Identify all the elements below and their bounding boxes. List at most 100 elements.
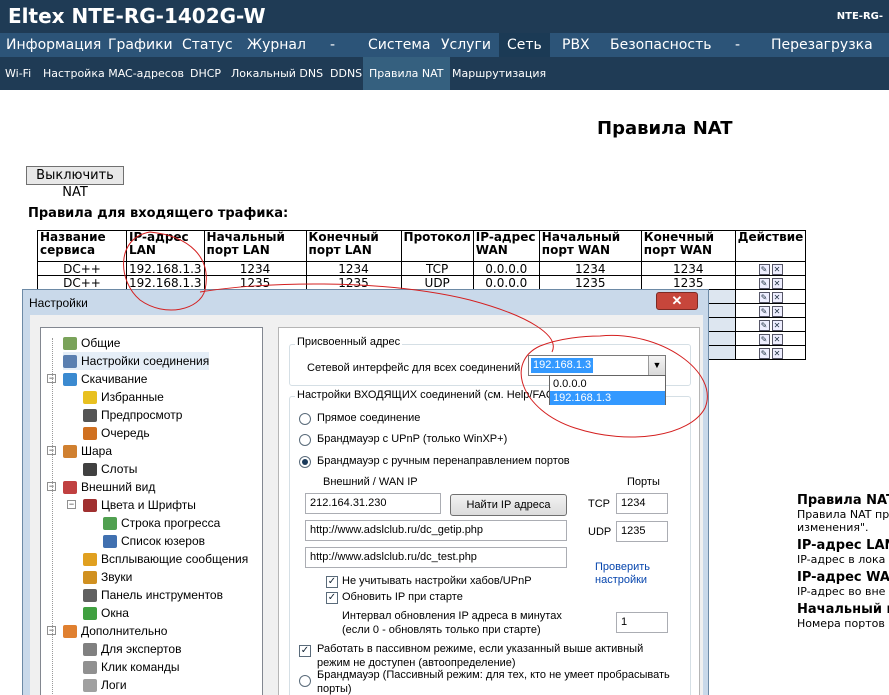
- disable-nat-button[interactable]: Выключить NAT: [26, 166, 124, 200]
- subnav-routing[interactable]: Маршрутизация: [452, 57, 546, 90]
- delete-icon[interactable]: ✕: [771, 291, 783, 303]
- nav-reboot[interactable]: Перезагрузка: [771, 33, 873, 57]
- dropdown-option[interactable]: 0.0.0.0: [550, 377, 665, 391]
- tree-item[interactable]: Панель инструментов: [83, 586, 223, 604]
- subnav-wifi[interactable]: Wi-Fi: [5, 57, 31, 90]
- delete-icon[interactable]: ✕: [771, 333, 783, 345]
- ignore-hubs-checkbox[interactable]: ✓: [326, 576, 338, 588]
- delete-icon[interactable]: ✕: [771, 277, 783, 289]
- tree-item[interactable]: Цвета и Шрифты: [83, 496, 196, 514]
- edit-icon[interactable]: ✎: [758, 291, 770, 303]
- tree-item[interactable]: Предпросмотр: [83, 406, 182, 424]
- tree-item-label: Список юзеров: [121, 534, 206, 548]
- udp-port-input[interactable]: 1235: [616, 521, 668, 542]
- edit-icon[interactable]: ✎: [758, 347, 770, 359]
- edit-icon[interactable]: ✎: [758, 305, 770, 317]
- tree-item-label: Настройки соединения: [81, 354, 210, 368]
- tree-item-icon: [83, 553, 97, 567]
- tree-item-icon: [83, 607, 97, 621]
- tree-item[interactable]: Шара: [63, 442, 112, 460]
- nav-system[interactable]: Система: [368, 33, 430, 57]
- table-cell: 1235: [203, 275, 307, 290]
- group-label: Присвоенный адрес: [295, 336, 403, 348]
- subnav-dhcp[interactable]: DHCP: [190, 57, 221, 90]
- check-settings-link[interactable]: Проверить настройки: [595, 561, 657, 587]
- tree-item[interactable]: Дополнительно: [63, 622, 167, 640]
- delete-icon[interactable]: ✕: [771, 263, 783, 275]
- tree-item[interactable]: Для экспертов: [83, 640, 181, 658]
- tree-item-label: Слоты: [101, 462, 138, 476]
- column-header: Действие: [734, 230, 807, 262]
- edit-icon[interactable]: ✎: [758, 319, 770, 331]
- tree-item[interactable]: Избранные: [83, 388, 164, 406]
- tree-item-label: Строка прогресса: [121, 516, 221, 530]
- subnav-dns[interactable]: Локальный DNS: [231, 57, 323, 90]
- table-cell: 1234: [640, 261, 736, 276]
- test-url-input[interactable]: http://www.adslclub.ru/dc_test.php: [305, 547, 567, 568]
- upnp-radio[interactable]: [299, 434, 311, 446]
- selected-interface: 192.168.1.3: [531, 358, 594, 373]
- actions-cell: ✎ ✕: [734, 261, 807, 276]
- tcp-port-input[interactable]: 1234: [616, 493, 668, 514]
- tree-item-label: Скачивание: [81, 372, 148, 386]
- column-header: Протокол: [400, 230, 474, 262]
- column-header: IP-адрес LAN: [126, 230, 205, 262]
- tree-item[interactable]: Звуки: [83, 568, 132, 586]
- interval-label: Интервал обновления IP адреса в минутах: [342, 610, 562, 622]
- table-row: DC++ 192.168.1.3 1235 1235 UDP 0.0.0.0 1235 123…: [37, 275, 807, 290]
- model-label: NTE-RG-: [836, 11, 883, 22]
- direct-connection-radio[interactable]: [299, 413, 311, 425]
- tree-item[interactable]: Внешний вид: [63, 478, 155, 496]
- edit-icon[interactable]: ✎: [758, 277, 770, 289]
- tree-item[interactable]: Клик команды: [83, 658, 180, 676]
- dropdown-option[interactable]: 192.168.1.3: [550, 391, 665, 405]
- nav-pbx[interactable]: PBX: [562, 33, 590, 57]
- help-heading: Начальный п: [797, 602, 889, 617]
- tree-item[interactable]: Список юзеров: [103, 532, 205, 550]
- tree-item[interactable]: Логи: [83, 676, 127, 694]
- update-ip-checkbox[interactable]: ✓: [326, 592, 338, 604]
- tree-item[interactable]: Настройки соединения: [63, 352, 210, 370]
- tree-item-label: Дополнительно: [81, 624, 168, 638]
- manual-forwarding-radio[interactable]: [299, 456, 311, 468]
- interval-input[interactable]: 1: [616, 612, 668, 633]
- table-cell: 1235: [305, 275, 402, 290]
- nav-services[interactable]: Услуги: [441, 33, 491, 57]
- passive-firewall-radio[interactable]: [299, 675, 311, 687]
- nav-security[interactable]: Безопасность: [610, 33, 711, 57]
- close-button[interactable]: ✕: [656, 292, 698, 310]
- tree-item[interactable]: Строка прогресса: [103, 514, 220, 532]
- subnav-mac[interactable]: Настройка MAC-адресов: [43, 57, 184, 90]
- column-header: IP-адрес WAN: [472, 230, 540, 262]
- network-interface-select[interactable]: 192.168.1.3 ▼: [528, 355, 666, 376]
- nav-network[interactable]: Сеть: [499, 33, 550, 57]
- nav-graphs[interactable]: Графики: [108, 33, 173, 57]
- header-line: LAN: [129, 243, 156, 257]
- radio-label: Брандмауэр (Пассивный режим: для тех, кт…: [317, 669, 670, 681]
- delete-icon[interactable]: ✕: [771, 305, 783, 317]
- find-ip-button[interactable]: Найти IP адреса: [450, 494, 567, 516]
- tree-item[interactable]: Окна: [83, 604, 129, 622]
- getip-url-input[interactable]: http://www.adslclub.ru/dc_getip.php: [305, 520, 567, 541]
- edit-icon[interactable]: ✎: [758, 333, 770, 345]
- nav-log[interactable]: Журнал: [247, 33, 306, 57]
- table-cell: UDP: [400, 275, 474, 290]
- tree-item[interactable]: Очередь: [83, 424, 150, 442]
- chevron-down-icon[interactable]: ▼: [648, 356, 665, 375]
- nav-status[interactable]: Статус: [182, 33, 233, 57]
- expand-toggle-icon[interactable]: −: [67, 500, 76, 509]
- tree-item[interactable]: Скачивание: [63, 370, 147, 388]
- actions-cell: ✎ ✕: [734, 289, 807, 304]
- wan-ip-input[interactable]: 212.164.31.230: [305, 493, 441, 514]
- subnav-ddns[interactable]: DDNS: [330, 57, 362, 90]
- delete-icon[interactable]: ✕: [771, 319, 783, 331]
- edit-icon[interactable]: ✎: [758, 263, 770, 275]
- delete-icon[interactable]: ✕: [771, 347, 783, 359]
- passive-mode-checkbox[interactable]: ✓: [299, 645, 311, 657]
- tree-item[interactable]: Общие: [63, 334, 120, 352]
- tree-item-label: Всплывающие сообщения: [101, 552, 249, 566]
- nav-info[interactable]: Информация: [6, 33, 101, 57]
- tree-item[interactable]: Всплывающие сообщения: [83, 550, 248, 568]
- subnav-nat[interactable]: Правила NAT: [363, 57, 450, 90]
- tree-item[interactable]: Слоты: [83, 460, 137, 478]
